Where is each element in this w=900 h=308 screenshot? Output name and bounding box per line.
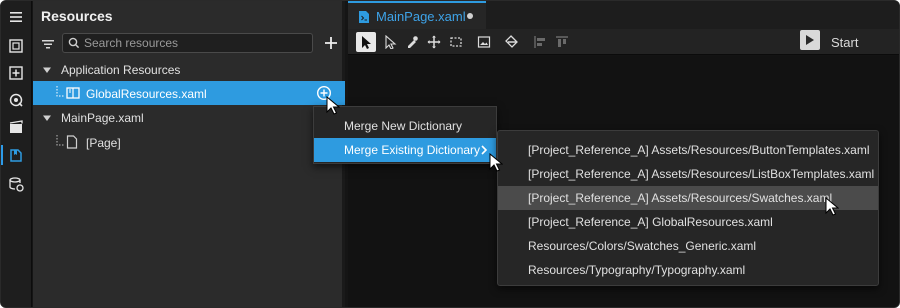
tree-item-page[interactable]: [Page]: [33, 130, 345, 154]
pointer-icon: [362, 36, 371, 49]
caret-down-icon[interactable]: [42, 65, 52, 75]
tree-label: Application Resources: [61, 63, 181, 77]
eyedropper-icon: [408, 36, 418, 48]
image-icon: [477, 36, 491, 48]
tab-label: MainPage.xaml: [376, 9, 466, 24]
tree-label: GlobalResources.xaml: [86, 87, 207, 101]
image-button[interactable]: [474, 32, 494, 52]
resources-icon[interactable]: [1, 144, 27, 166]
align-left-button[interactable]: [530, 32, 550, 52]
fill-button[interactable]: [502, 32, 522, 52]
mouse-cursor-icon: [825, 197, 839, 216]
align-left-icon: [534, 36, 545, 48]
context-menu: Merge New Dictionary Merge Existing Dict…: [313, 106, 497, 164]
search-box: [62, 33, 313, 53]
direct-select-button[interactable]: [380, 32, 400, 52]
play-icon: [806, 35, 814, 45]
submenu-item[interactable]: [Project_Reference_A] Assets/Resources/B…: [498, 138, 878, 162]
properties-icon[interactable]: [5, 89, 27, 111]
pan-button[interactable]: [424, 32, 444, 52]
submenu-item-label: [Project_Reference_A] GlobalResources.xa…: [528, 215, 773, 229]
paint-bucket-icon: [505, 35, 518, 48]
data-icon[interactable]: [5, 173, 27, 195]
tab-bar: MainPage.xaml: [348, 1, 899, 29]
align-top-icon: [556, 36, 568, 47]
marquee-button[interactable]: [446, 32, 466, 52]
select-tool-button[interactable]: [356, 32, 376, 52]
menu-icon[interactable]: [5, 6, 27, 28]
unsaved-indicator: [467, 13, 473, 19]
filter-icon[interactable]: [40, 36, 56, 52]
tree-item-global-resources[interactable]: GlobalResources.xaml: [33, 81, 345, 105]
pointer-outline-icon: [385, 35, 397, 49]
submenu-item-hovered[interactable]: [Project_Reference_A] Assets/Resources/S…: [498, 186, 878, 210]
add-icon[interactable]: [5, 62, 27, 84]
submenu-item-label: Resources/Typography/Typography.xaml: [528, 263, 746, 277]
add-resource-button[interactable]: [321, 33, 341, 53]
page-icon: [66, 135, 78, 149]
plus-icon: [325, 37, 337, 49]
submenu-item-label: Resources/Colors/Swatches_Generic.xaml: [528, 239, 757, 253]
submenu-item[interactable]: [Project_Reference_A] GlobalResources.xa…: [498, 210, 878, 234]
menu-item-label: Merge Existing Dictionary: [344, 143, 481, 157]
submenu-item-label: [Project_Reference_A] Assets/Resources/B…: [528, 143, 870, 157]
menu-item-merge-new-dictionary[interactable]: Merge New Dictionary: [314, 114, 496, 138]
submenu-item[interactable]: [Project_Reference_A] Assets/Resources/L…: [498, 162, 878, 186]
search-input[interactable]: [84, 35, 309, 51]
align-top-button[interactable]: [552, 32, 572, 52]
marquee-icon: [450, 37, 462, 47]
submenu-item-label: [Project_Reference_A] Assets/Resources/S…: [528, 191, 833, 205]
start-label[interactable]: Start: [831, 35, 858, 50]
mouse-cursor-icon: [489, 153, 503, 172]
panel-title: Resources: [41, 8, 113, 24]
chevron-right-icon: [481, 145, 488, 155]
submenu-item[interactable]: Resources/Colors/Swatches_Generic.xaml: [498, 234, 878, 258]
mouse-cursor-icon: [326, 96, 340, 115]
menu-item-label: Merge New Dictionary: [344, 119, 463, 133]
tree-label: MainPage.xaml: [61, 111, 144, 125]
tab-mainpage[interactable]: MainPage.xaml: [348, 1, 486, 29]
eyedropper-button[interactable]: [402, 32, 422, 52]
menu-item-merge-existing-dictionary[interactable]: Merge Existing Dictionary: [314, 138, 496, 162]
dictionary-icon: [66, 87, 80, 99]
tree-label: [Page]: [86, 136, 121, 150]
search-icon: [68, 37, 80, 49]
media-icon[interactable]: [5, 116, 27, 138]
resources-panel: Resources Application Resources GlobalRe…: [33, 1, 345, 307]
existing-dictionary-submenu: [Project_Reference_A] Assets/Resources/B…: [497, 130, 879, 286]
start-button[interactable]: [800, 30, 820, 50]
move-icon: [427, 35, 441, 49]
xaml-file-icon: [359, 11, 369, 23]
caret-down-icon[interactable]: [42, 113, 52, 123]
left-toolbar: [1, 1, 32, 307]
tree-item-application-resources[interactable]: Application Resources: [33, 58, 345, 82]
tree-item-mainpage[interactable]: MainPage.xaml: [33, 106, 345, 130]
assets-icon[interactable]: [5, 35, 27, 57]
submenu-item-label: [Project_Reference_A] Assets/Resources/L…: [528, 167, 875, 181]
app-window: Resources Application Resources GlobalRe…: [0, 0, 900, 308]
submenu-item[interactable]: Resources/Typography/Typography.xaml: [498, 258, 878, 282]
